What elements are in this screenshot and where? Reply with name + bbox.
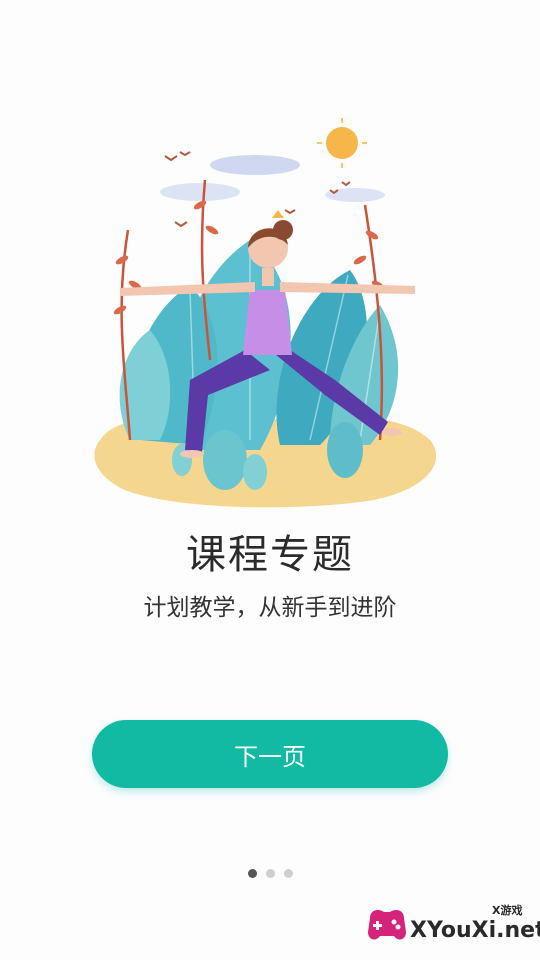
- next-page-button[interactable]: 下一页: [92, 720, 448, 788]
- watermark-small-text: X游戏: [492, 904, 523, 917]
- watermark-text: XYouXi.net: [410, 918, 540, 943]
- page-indicator-dot-active[interactable]: [247, 869, 257, 878]
- page-indicator-dot[interactable]: [283, 869, 293, 878]
- page-indicator-dot[interactable]: [265, 869, 275, 878]
- page-title: 课程专题: [186, 532, 354, 578]
- watermark: X游戏 XYouXi.net: [364, 900, 540, 950]
- gamepad-logo-icon: [368, 910, 406, 940]
- page-indicator: [0, 869, 540, 878]
- yoga-illustration: [80, 110, 460, 530]
- page-subtitle: 计划教学，从新手到进阶: [143, 595, 397, 621]
